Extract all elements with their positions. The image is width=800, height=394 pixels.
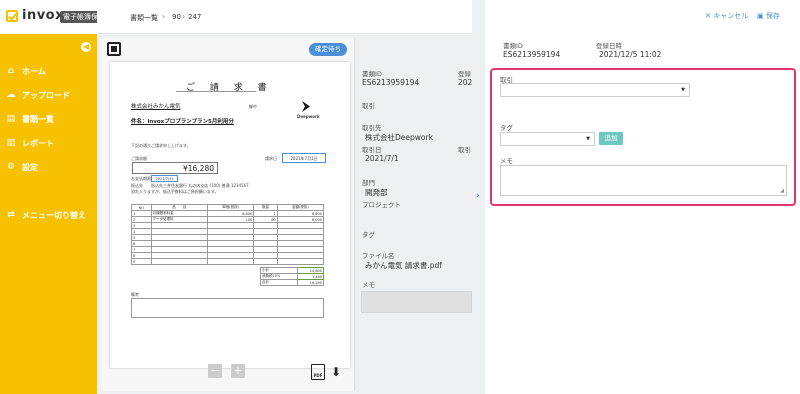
status-badge: 確定待ち	[309, 43, 347, 56]
panel-reg-date-value: 2021/12/5 11:02	[599, 50, 662, 59]
sidebar-item-label: 書類一覧	[22, 114, 54, 124]
panel-memo-label: メモ	[500, 157, 513, 165]
panel-doc-id-value: ES6213959194	[503, 50, 561, 59]
sidebar-item-label: アップロード	[22, 90, 70, 100]
panel-tag-label: タグ	[500, 124, 513, 132]
memo-display	[361, 291, 472, 313]
reg-value: 202	[458, 78, 473, 87]
table-cell: 合計	[260, 279, 298, 286]
table-cell	[150, 258, 208, 265]
chart-icon: ▥	[6, 138, 16, 148]
doc-id-value: ES6213959194	[362, 78, 420, 87]
sidebar-item-label: メニュー切り替え	[22, 210, 86, 220]
chevron-right-icon[interactable]: ›	[476, 191, 480, 201]
add-tag-button[interactable]: 追加	[599, 132, 623, 145]
app-logo[interactable]: invox	[22, 8, 64, 23]
deepwork-logo-icon	[302, 101, 310, 112]
save-icon: ▣	[757, 12, 766, 20]
sidebar-item-label: レポート	[22, 138, 54, 148]
deal-amount-label: 取引	[458, 146, 471, 154]
sidebar-item-home[interactable]: ⌂ ホーム	[6, 64, 46, 78]
panel-doc-id-label: 書類ID	[503, 42, 523, 50]
sidebar-item-label: 設定	[22, 162, 38, 172]
panel-reg-date-label: 登録日時	[596, 42, 622, 50]
partner-label: 取引先	[362, 124, 382, 132]
download-icon[interactable]: ⬇	[331, 365, 341, 379]
tag-select[interactable]: ▼	[500, 132, 595, 146]
invoice-recipient-suffix: 御中	[249, 104, 257, 109]
breadcrumb-list[interactable]: 書類一覧	[130, 13, 158, 23]
chevron-down-icon: ▼	[681, 87, 685, 93]
save-label: 保存	[765, 12, 780, 20]
sidebar-collapse-icon[interactable]: ◀	[81, 42, 91, 52]
table-row: 9	[131, 258, 325, 265]
file-value: みかん電気 請求書.pdf	[365, 261, 442, 270]
save-button[interactable]: ▣ 保存	[757, 11, 780, 21]
invoice-recipient: 株式会社みかん電気	[131, 104, 181, 110]
document-icon: ▤	[6, 114, 16, 124]
breadcrumb-separator-icon: ›	[162, 12, 166, 21]
cancel-label: キャンセル	[713, 12, 749, 20]
invox-logo-icon	[6, 10, 18, 22]
table-cell: 9	[131, 258, 152, 265]
ocr-chip-icon[interactable]	[107, 42, 121, 56]
partner-value: 株式会社Deepwork	[365, 133, 433, 142]
gear-icon: ⚙	[6, 162, 16, 172]
tag-label: タグ	[362, 231, 375, 239]
issue-date: 2021年7月1日	[282, 153, 326, 163]
deal-date-label: 取引日	[362, 146, 382, 154]
invoice-subject: 件名：invoxプロプランプラン5月利用分	[131, 119, 234, 125]
transfer-note: 恐れ入りますが、振込手数料はご負担願います。	[131, 189, 219, 194]
table-row: 合計 16,280	[260, 279, 325, 286]
invoice-greeting: 下記の通りご請求申し上げます。	[131, 143, 191, 148]
due-date-label: お支払期限	[131, 176, 151, 181]
table-cell	[206, 258, 255, 265]
sidebar-item-documents[interactable]: ▤ 書類一覧	[6, 112, 54, 126]
pdf-icon[interactable]: PDF	[311, 364, 325, 380]
deal-label: 取引	[362, 102, 375, 110]
reg-label: 登録	[458, 70, 471, 78]
deal-select[interactable]: ▼	[500, 83, 690, 97]
sidebar-menu-toggle[interactable]: ⇄ メニュー切り替え	[6, 208, 86, 222]
chevron-down-icon: ▼	[586, 136, 590, 142]
table-cell	[276, 258, 325, 265]
dept-value: 開発部	[365, 188, 388, 197]
due-date: 2021/7/31	[151, 175, 178, 182]
resize-handle-icon[interactable]: ◢	[780, 188, 784, 194]
zoom-in-button[interactable]: +	[231, 364, 245, 378]
invoice-totals-table: 小計 14,800 消費税10% 1,480 合計 16,280	[260, 267, 325, 286]
swap-icon: ⇄	[7, 210, 15, 220]
dept-label: 部門	[362, 179, 375, 187]
cloud-upload-icon: ☁	[6, 90, 16, 100]
sidebar-item-report[interactable]: ▥ レポート	[6, 136, 54, 150]
breadcrumb-total: 247	[188, 13, 202, 21]
invoice-items-table: NO 品 目 単価(税抜) 数量 金額(税抜) 1 月額基本料金 8,800 1…	[131, 204, 325, 265]
remarks-box	[131, 298, 324, 318]
breadcrumb-separator-icon: ›	[182, 12, 186, 21]
divider	[176, 91, 256, 92]
table-cell: 16,280	[296, 279, 325, 286]
invoice-company: Deepwork	[297, 114, 320, 119]
home-icon: ⌂	[7, 66, 15, 76]
invoice-amount: ¥16,280	[132, 162, 218, 174]
deal-date-value: 2021/7/1	[365, 154, 399, 163]
cancel-button[interactable]: ✕ キャンセル	[705, 11, 748, 21]
sidebar-item-label: ホーム	[22, 66, 46, 76]
zoom-out-button[interactable]: −	[208, 364, 222, 378]
memo-label: メモ	[362, 281, 375, 289]
sidebar-item-upload[interactable]: ☁ アップロード	[6, 88, 71, 102]
table-cell	[253, 258, 278, 265]
memo-textarea[interactable]: ◢	[500, 165, 787, 196]
project-label: プロジェクト	[362, 201, 401, 209]
issue-date-label: 請求日	[265, 156, 277, 161]
sidebar-item-settings[interactable]: ⚙ 設定	[6, 160, 38, 174]
breadcrumb-current: 90	[172, 13, 181, 21]
file-label: ファイル名	[362, 252, 395, 260]
doc-id-label: 書類ID	[362, 70, 382, 78]
